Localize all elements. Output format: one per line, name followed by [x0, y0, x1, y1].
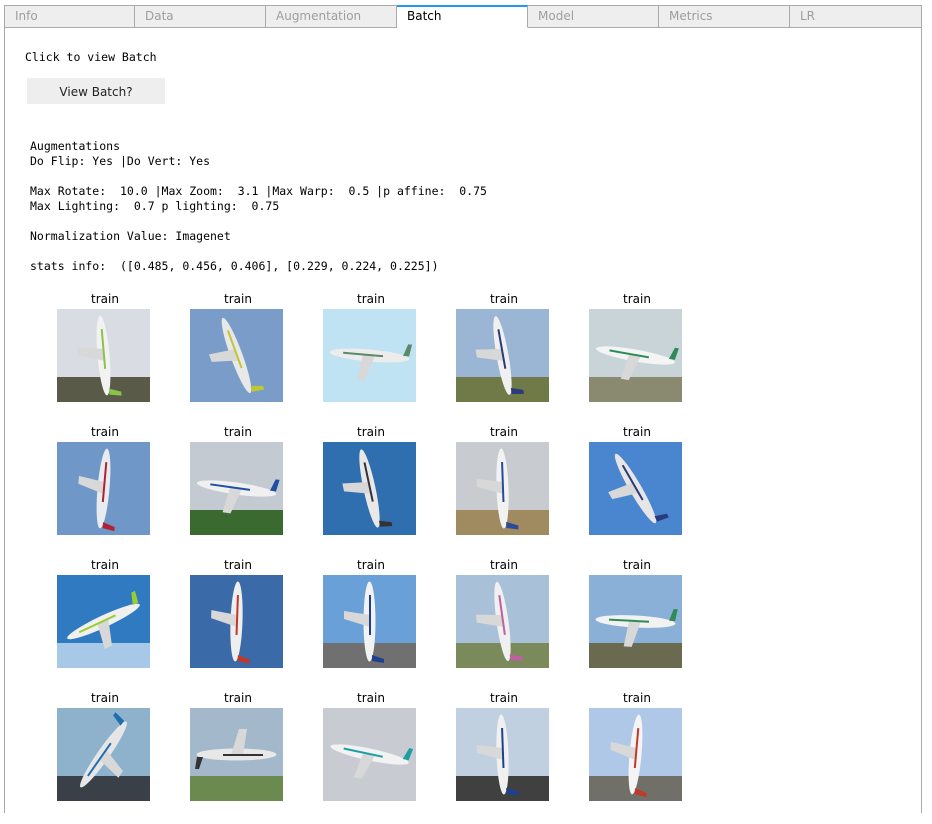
tab-model[interactable]: Model	[528, 5, 659, 28]
flip-settings: Do Flip: Yes |Do Vert: Yes	[30, 154, 211, 168]
image-caption: train	[224, 691, 252, 705]
tab-batch[interactable]: Batch	[397, 5, 528, 28]
batch-image-cell: train	[311, 292, 444, 425]
batch-image-cell: train	[311, 691, 444, 824]
airplane-image	[57, 708, 150, 801]
image-caption: train	[224, 292, 252, 306]
airplane-image	[190, 309, 283, 402]
batch-image-cell: train	[311, 425, 444, 558]
batch-image-cell: train	[577, 425, 710, 558]
augmentations-heading: Augmentations	[30, 139, 121, 153]
batch-image-cell: train	[577, 558, 710, 691]
image-caption: train	[490, 425, 518, 439]
batch-image-cell: train	[178, 558, 311, 691]
image-caption: train	[623, 558, 651, 572]
batch-image-cell: train	[178, 292, 311, 425]
airplane-image	[323, 575, 416, 668]
airplane-image	[190, 442, 283, 535]
lighting-settings: Max Lighting: 0.7 p lighting: 0.75	[30, 199, 280, 213]
image-caption: train	[357, 558, 385, 572]
batch-image-cell: train	[45, 292, 178, 425]
batch-panel: Click to view Batch View Batch? Augmenta…	[4, 28, 922, 813]
image-caption: train	[490, 691, 518, 705]
image-caption: train	[91, 292, 119, 306]
tab-augmentation[interactable]: Augmentation	[266, 5, 397, 28]
image-caption: train	[91, 558, 119, 572]
airplane-image	[57, 575, 150, 668]
airplane-image	[323, 309, 416, 402]
image-caption: train	[623, 292, 651, 306]
airplane-image	[456, 708, 549, 801]
airplane-image	[456, 309, 549, 402]
tab-bar: Info Data Augmentation Batch Model Metri…	[4, 5, 922, 28]
batch-image-cell: train	[178, 691, 311, 824]
batch-image-cell: train	[444, 691, 577, 824]
airplane-image	[589, 708, 682, 801]
image-caption: train	[224, 425, 252, 439]
batch-image-cell: train	[45, 558, 178, 691]
augmentation-info: Augmentations Do Flip: Yes |Do Vert: Yes M…	[30, 139, 487, 274]
stats-info: stats info: ([0.485, 0.456, 0.406], [0.2…	[30, 259, 439, 273]
batch-image-cell: train	[577, 691, 710, 824]
airplane-image	[323, 708, 416, 801]
batch-image-cell: train	[577, 292, 710, 425]
batch-image-cell: train	[444, 425, 577, 558]
image-caption: train	[490, 558, 518, 572]
airplane-image	[456, 575, 549, 668]
airplane-image	[190, 575, 283, 668]
batch-image-cell: train	[45, 691, 178, 824]
airplane-image	[589, 309, 682, 402]
tab-metrics[interactable]: Metrics	[659, 5, 790, 28]
image-caption: train	[91, 425, 119, 439]
tab-info[interactable]: Info	[4, 5, 135, 28]
airplane-image	[57, 309, 150, 402]
batch-image-cell: train	[444, 558, 577, 691]
airplane-image	[456, 442, 549, 535]
batch-image-cell: train	[45, 425, 178, 558]
image-caption: train	[490, 292, 518, 306]
batch-image-cell: train	[311, 558, 444, 691]
airplane-image	[190, 708, 283, 801]
airplane-image	[323, 442, 416, 535]
tab-data[interactable]: Data	[135, 5, 266, 28]
image-caption: train	[91, 691, 119, 705]
batch-image-cell: train	[444, 292, 577, 425]
tab-lr[interactable]: LR	[790, 5, 922, 28]
transform-settings: Max Rotate: 10.0 |Max Zoom: 3.1 |Max War…	[30, 184, 487, 198]
view-batch-button[interactable]: View Batch?	[27, 78, 165, 104]
image-caption: train	[623, 691, 651, 705]
airplane-image	[57, 442, 150, 535]
image-caption: train	[357, 425, 385, 439]
image-caption: train	[357, 691, 385, 705]
image-caption: train	[623, 425, 651, 439]
airplane-image	[589, 442, 682, 535]
normalization-value: Normalization Value: Imagenet	[30, 229, 231, 243]
image-caption: train	[357, 292, 385, 306]
airplane-image	[589, 575, 682, 668]
batch-image-cell: train	[178, 425, 311, 558]
image-caption: train	[224, 558, 252, 572]
click-to-view-label: Click to view Batch	[25, 50, 157, 64]
